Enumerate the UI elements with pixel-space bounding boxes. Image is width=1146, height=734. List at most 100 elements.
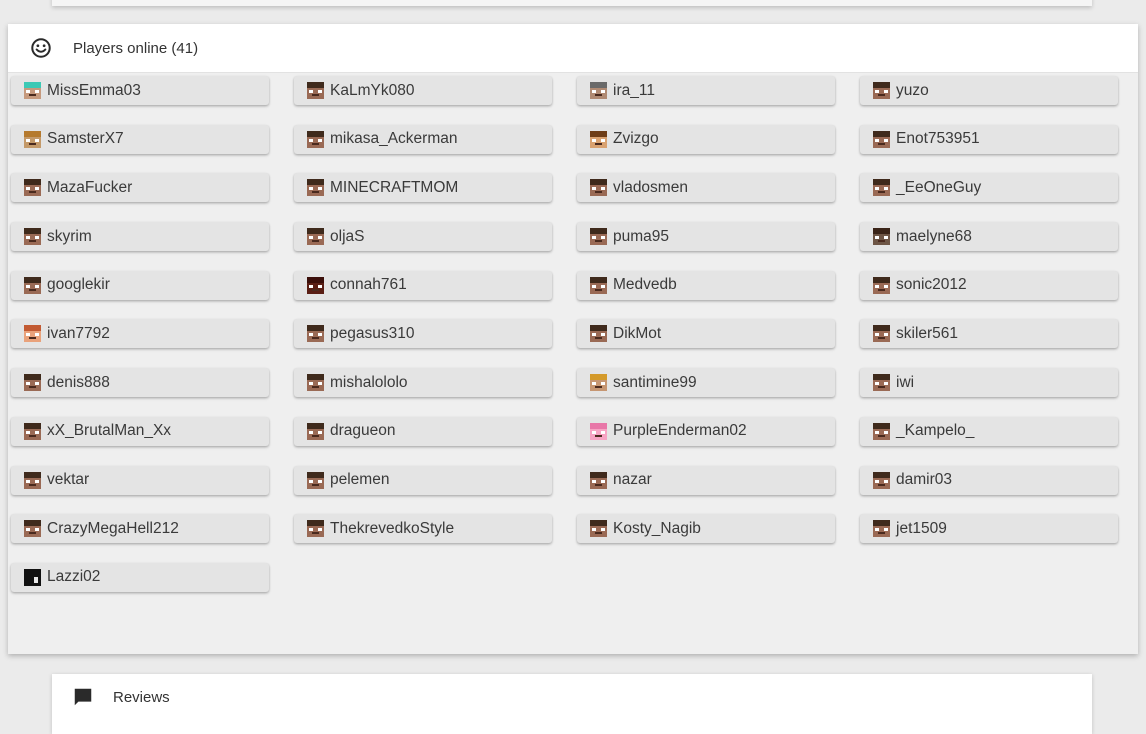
- player-name: skiler561: [896, 324, 959, 342]
- player-head-icon: [24, 179, 41, 197]
- player-item[interactable]: skiler561: [860, 319, 1118, 349]
- player-item[interactable]: damir03: [860, 465, 1118, 495]
- player-head-icon: [24, 471, 41, 489]
- player-item[interactable]: googlekir: [11, 270, 269, 300]
- player-item[interactable]: Zvizgo: [577, 124, 835, 154]
- player-list: MissEmma03 KaLmYk080 ira_11 yuzo SamsterX7 mi…: [11, 76, 1118, 592]
- player-name: oljaS: [330, 227, 365, 245]
- player-head-icon: [590, 422, 607, 440]
- player-name: damir03: [896, 471, 952, 488]
- player-name: SamsterX7: [47, 130, 124, 148]
- player-head-icon: [307, 179, 324, 197]
- player-head-icon: [590, 130, 607, 148]
- player-item[interactable]: oljaS: [294, 222, 552, 252]
- player-head-icon: [24, 422, 41, 440]
- player-item[interactable]: MissEmma03: [11, 76, 269, 105]
- player-name: pegasus310: [330, 324, 415, 342]
- player-item[interactable]: connah761: [294, 270, 552, 300]
- player-name: nazar: [613, 471, 652, 488]
- player-item[interactable]: Kosty_Nagib: [577, 514, 835, 544]
- player-name: xX_BrutalMan_Xx: [47, 422, 172, 440]
- player-head-icon: [24, 520, 41, 538]
- player-name: dragueon: [330, 422, 396, 440]
- player-item[interactable]: ThekrevedkoStyle: [294, 514, 552, 544]
- player-item[interactable]: santimine99: [577, 368, 835, 398]
- player-item[interactable]: sonic2012: [860, 270, 1118, 300]
- player-item[interactable]: denis888: [11, 368, 269, 398]
- player-head-icon: [307, 471, 324, 489]
- player-item[interactable]: ira_11: [577, 76, 835, 105]
- smile-icon: [30, 37, 52, 59]
- comment-icon: [72, 686, 94, 708]
- player-name: ira_11: [613, 81, 655, 99]
- player-item[interactable]: mishalololo: [294, 368, 552, 398]
- player-item[interactable]: maelyne68: [860, 222, 1118, 252]
- player-head-icon: [873, 471, 890, 489]
- player-item[interactable]: pelemen: [294, 465, 552, 495]
- player-head-icon: [873, 228, 890, 246]
- player-item[interactable]: Medvedb: [577, 270, 835, 300]
- player-item[interactable]: MINECRAFTMOM: [294, 173, 552, 203]
- player-head-icon: [873, 422, 890, 440]
- player-name: Zvizgo: [613, 130, 659, 148]
- reviews-card: Reviews: [52, 674, 1092, 734]
- player-item[interactable]: MazaFucker: [11, 173, 269, 203]
- player-item[interactable]: vladosmen: [577, 173, 835, 203]
- player-item[interactable]: Lazzi02: [11, 562, 269, 592]
- player-head-icon: [873, 276, 890, 294]
- player-name: Medvedb: [613, 276, 677, 294]
- player-head-icon: [873, 520, 890, 538]
- player-item[interactable]: DikMot: [577, 319, 835, 349]
- player-head-icon: [873, 325, 890, 343]
- player-head-icon: [24, 82, 41, 99]
- player-head-icon: [590, 82, 607, 99]
- player-name: mikasa_Ackerman: [330, 130, 458, 148]
- player-item[interactable]: vektar: [11, 465, 269, 495]
- player-item[interactable]: PurpleEnderman02: [577, 416, 835, 446]
- reviews-header[interactable]: Reviews: [52, 674, 1092, 720]
- player-name: Enot753951: [896, 130, 980, 148]
- player-name: vladosmen: [613, 178, 688, 196]
- player-head-icon: [307, 228, 324, 246]
- player-name: MissEmma03: [47, 81, 141, 99]
- player-head-icon: [590, 179, 607, 197]
- player-item[interactable]: puma95: [577, 222, 835, 252]
- player-item[interactable]: nazar: [577, 465, 835, 495]
- player-head-icon: [24, 130, 41, 148]
- player-head-icon: [307, 276, 324, 294]
- player-name: MazaFucker: [47, 178, 133, 196]
- player-item[interactable]: Enot753951: [860, 124, 1118, 154]
- player-item[interactable]: _Kampelo_: [860, 416, 1118, 446]
- player-head-icon: [307, 130, 324, 148]
- player-item[interactable]: _EeOneGuy: [860, 173, 1118, 203]
- player-item[interactable]: KaLmYk080: [294, 76, 552, 105]
- player-head-icon: [873, 179, 890, 197]
- player-head-icon: [873, 82, 890, 99]
- reviews-title: Reviews: [113, 688, 170, 706]
- player-item[interactable]: SamsterX7: [11, 124, 269, 154]
- player-name: denis888: [47, 373, 110, 391]
- player-name: ivan7792: [47, 324, 110, 342]
- player-head-icon: [307, 374, 324, 392]
- player-head-icon: [873, 130, 890, 148]
- player-name: santimine99: [613, 373, 697, 391]
- player-item[interactable]: xX_BrutalMan_Xx: [11, 416, 269, 446]
- player-head-icon: [24, 228, 41, 246]
- player-head-icon: [24, 568, 41, 586]
- player-item[interactable]: CrazyMegaHell212: [11, 514, 269, 544]
- player-item[interactable]: pegasus310: [294, 319, 552, 349]
- player-name: ThekrevedkoStyle: [330, 519, 455, 537]
- player-name: pelemen: [330, 471, 390, 488]
- player-head-icon: [590, 520, 607, 538]
- player-item[interactable]: yuzo: [860, 76, 1118, 105]
- player-item[interactable]: dragueon: [294, 416, 552, 446]
- player-name: DikMot: [613, 324, 662, 342]
- player-name: vektar: [47, 471, 90, 488]
- player-item[interactable]: mikasa_Ackerman: [294, 124, 552, 154]
- player-item[interactable]: skyrim: [11, 222, 269, 252]
- player-head-icon: [24, 325, 41, 343]
- player-item[interactable]: iwi: [860, 368, 1118, 398]
- player-item[interactable]: jet1509: [860, 514, 1118, 544]
- player-item[interactable]: ivan7792: [11, 319, 269, 349]
- player-name: Lazzi02: [47, 568, 101, 586]
